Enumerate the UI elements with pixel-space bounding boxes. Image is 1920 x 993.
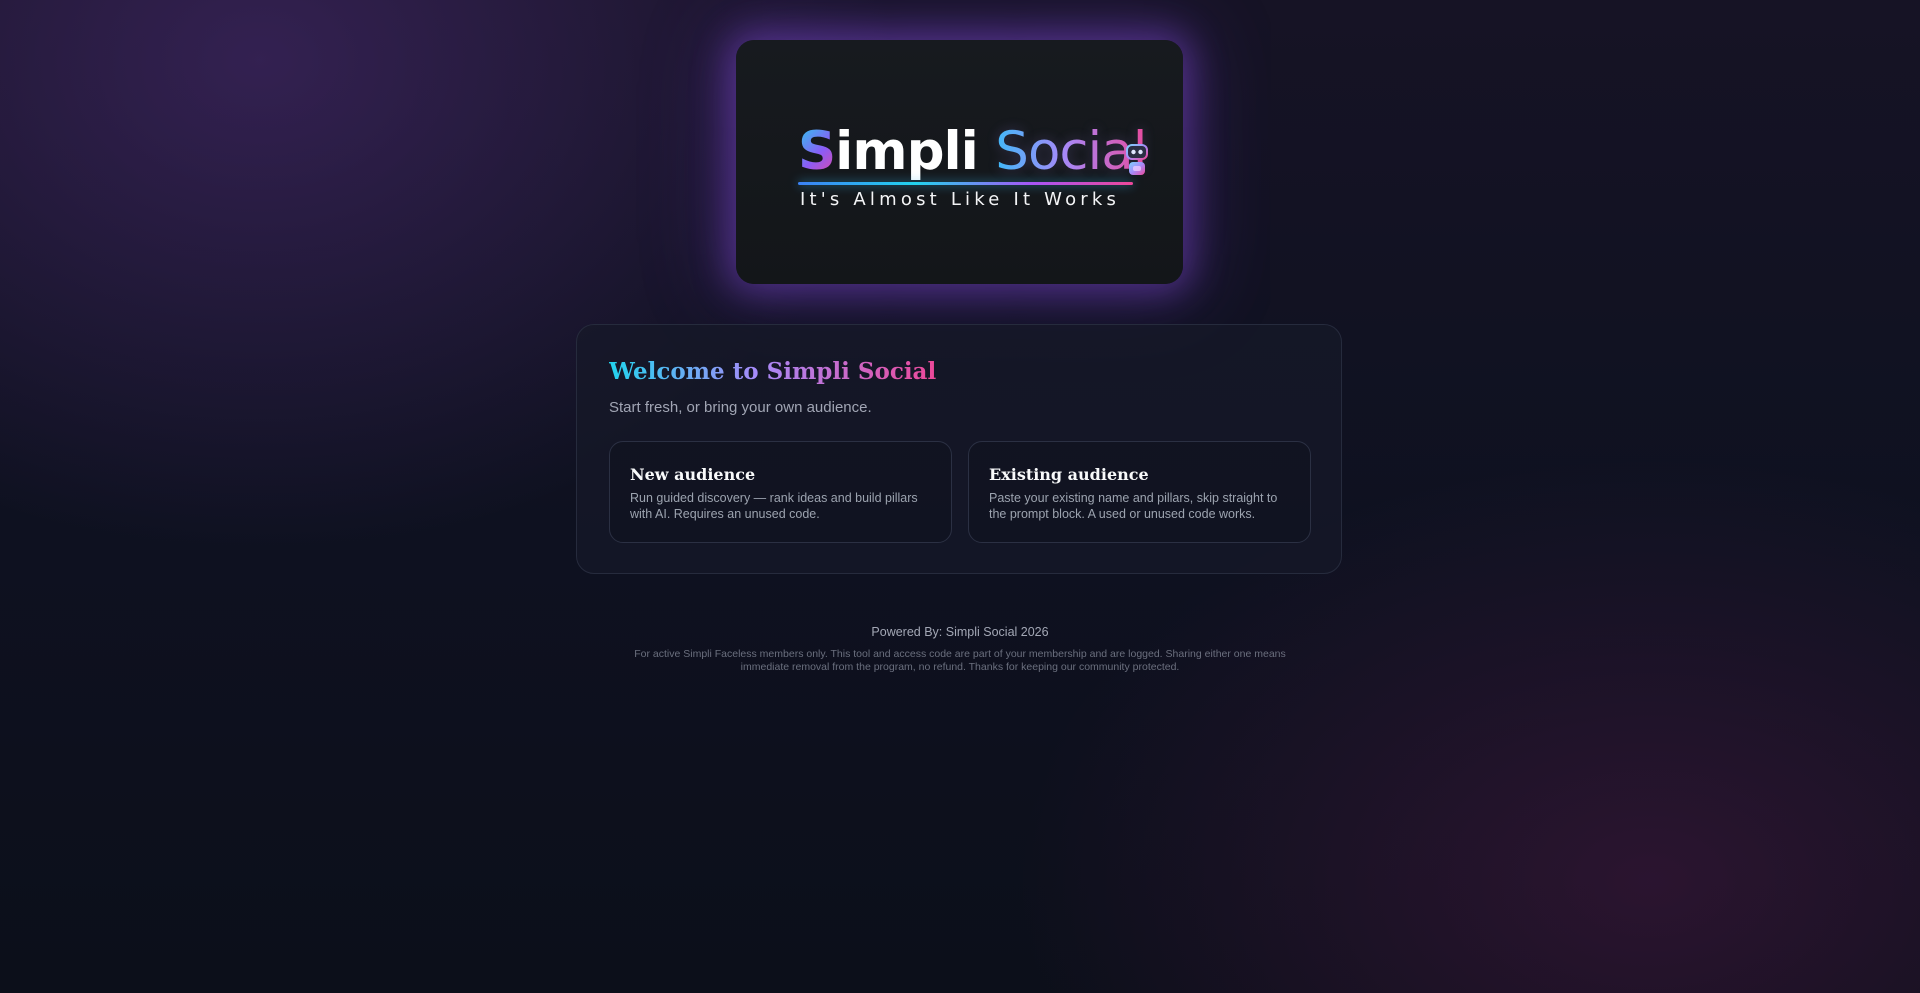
footer-membership-notice: For active Simpli Faceless members only.…	[634, 648, 1286, 673]
logo-title: Simpli Social	[798, 121, 1147, 182]
logo-title-rest: impli	[835, 121, 979, 182]
welcome-title: Welcome to Simpli Social	[609, 358, 937, 385]
logo-card: Simpli Social It's Almost Like It Works	[736, 40, 1183, 284]
welcome-panel: Welcome to Simpli Social Start fresh, or…	[576, 324, 1342, 574]
existing-audience-description: Paste your existing name and pillars, sk…	[989, 491, 1278, 521]
new-audience-description: Run guided discovery — rank ideas and bu…	[630, 491, 918, 521]
new-audience-card[interactable]: New audience Run guided discovery — rank…	[609, 441, 952, 543]
robot-icon	[1126, 144, 1148, 175]
existing-audience-title: Existing audience	[989, 465, 1149, 484]
logo-underline	[798, 182, 1133, 185]
new-audience-title: New audience	[630, 465, 756, 484]
existing-audience-card[interactable]: Existing audience Paste your existing na…	[968, 441, 1311, 543]
welcome-subtitle: Start fresh, or bring your own audience.	[609, 399, 872, 416]
logo-title-first-letter: S	[798, 121, 836, 182]
logo-tagline: It's Almost Like It Works	[800, 189, 1121, 210]
footer-powered-by: Powered By: Simpli Social 2026	[871, 625, 1049, 639]
logo-wordmark: Simpli Social It's Almost Like It Works	[798, 122, 1158, 242]
